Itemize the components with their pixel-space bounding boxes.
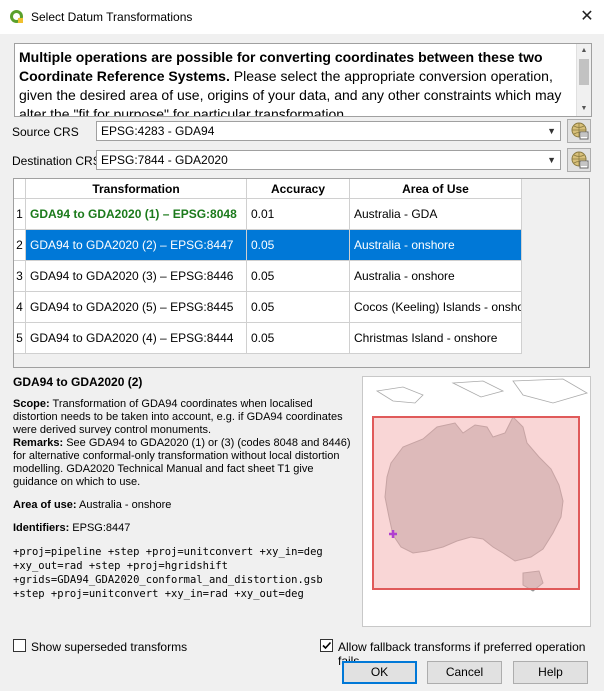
scope-label: Scope: [13,398,50,410]
cell-area-of-use[interactable]: Australia - onshore [350,230,522,261]
cell-accuracy[interactable]: 0.01 [247,199,350,230]
crs-selector-icon [571,122,589,140]
show-superseded-label[interactable]: Show superseded transforms [31,640,187,654]
cell-area-of-use[interactable]: Australia - GDA [350,199,522,230]
header-transformation[interactable]: Transformation [26,179,247,199]
map-area-of-use-extent [372,416,580,590]
destination-crs-value: EPSG:7844 - GDA2020 [101,153,228,167]
ok-button[interactable]: OK [342,661,417,684]
area-of-use-map [362,376,591,627]
identifiers-label: Identifiers: [13,522,70,534]
cell-accuracy[interactable]: 0.05 [247,323,350,354]
description-box[interactable]: Multiple operations are possible for con… [14,43,592,117]
transformations-table: Transformation Accuracy (meters) Area of… [13,178,590,368]
cell-transformation[interactable]: GDA94 to GDA2020 (5) – EPSG:8445 [26,292,247,323]
cancel-button[interactable]: Cancel [427,661,502,684]
destination-crs-select-button[interactable] [567,148,591,172]
cell-accuracy[interactable]: 0.05 [247,292,350,323]
scroll-down-icon[interactable]: ▼ [577,102,591,116]
details-title: GDA94 to GDA2020 (2) [13,375,143,389]
show-superseded-checkbox[interactable] [13,639,26,652]
header-area-of-use[interactable]: Area of Use [350,179,522,199]
remarks-text: See GDA94 to GDA2020 (1) or (3) (codes 8… [13,437,351,488]
title-bar: Select Datum Transformations ✕ [0,0,604,34]
details-remarks: Remarks: See GDA94 to GDA2020 (1) or (3)… [13,437,358,489]
proj-line: +grids=GDA94_GDA2020_conformal_and_disto… [13,574,323,586]
cell-area-of-use[interactable]: Australia - onshore [350,261,522,292]
row-number[interactable]: 5 [14,323,26,354]
scope-text: Transformation of GDA94 coordinates when… [13,398,343,436]
row-number[interactable]: 2 [14,230,26,261]
destination-crs-combo[interactable]: EPSG:7844 - GDA2020 ▼ [96,150,561,170]
proj-string: +proj=pipeline +step +proj=unitconvert +… [13,545,358,601]
identifiers-text: EPSG:8447 [72,522,131,534]
close-icon[interactable]: ✕ [570,0,604,34]
help-button[interactable]: Help [513,661,588,684]
remarks-label: Remarks: [13,437,64,449]
details-identifiers: Identifiers: EPSG:8447 [13,522,358,535]
scroll-up-icon[interactable]: ▲ [577,44,591,58]
cell-area-of-use[interactable]: Christmas Island - onshore [350,323,522,354]
cell-transformation[interactable]: GDA94 to GDA2020 (3) – EPSG:8446 [26,261,247,292]
cell-accuracy[interactable]: 0.05 [247,230,350,261]
source-crs-value: EPSG:4283 - GDA94 [101,124,215,138]
cell-area-of-use[interactable]: Cocos (Keeling) Islands - onshore [350,292,522,323]
source-crs-select-button[interactable] [567,119,591,143]
details-panel: GDA94 to GDA2020 (2) Scope: Transformati… [13,376,358,601]
destination-crs-label: Destination CRS [12,154,101,168]
area-label: Area of use: [13,499,77,511]
dropdown-arrow-icon: ▼ [547,155,556,165]
table-header: Transformation Accuracy (meters) Area of… [14,179,589,216]
source-crs-label: Source CRS [12,125,79,139]
row-number[interactable]: 1 [14,199,26,230]
cell-accuracy[interactable]: 0.05 [247,261,350,292]
window-title: Select Datum Transformations [31,10,193,24]
header-accuracy[interactable]: Accuracy (meters) [247,179,350,216]
header-corner [14,179,26,199]
proj-line: +step +proj=unitconvert +xy_in=rad +xy_o… [13,588,304,600]
cell-transformation[interactable]: GDA94 to GDA2020 (2) – EPSG:8447 [26,230,247,261]
row-number[interactable]: 4 [14,292,26,323]
description-scrollbar[interactable]: ▲ ▼ [576,44,591,116]
description-text: Multiple operations are possible for con… [19,48,574,116]
map-canvas [363,377,590,626]
proj-line: +xy_out=rad +step +proj=hgridshift [13,560,228,572]
cell-transformation[interactable]: GDA94 to GDA2020 (4) – EPSG:8444 [26,323,247,354]
crs-selector-icon [571,151,589,169]
proj-line: +proj=pipeline +step +proj=unitconvert +… [13,546,323,558]
allow-fallback-checkbox[interactable] [320,639,333,652]
scroll-thumb[interactable] [579,59,589,85]
area-text: Australia - onshore [79,499,172,511]
qgis-logo-icon [10,10,23,23]
details-scope: Scope: Transformation of GDA94 coordinat… [13,398,358,437]
cell-transformation[interactable]: GDA94 to GDA2020 (1) – EPSG:8048 [26,199,247,230]
details-area: Area of use: Australia - onshore [13,499,358,512]
source-crs-combo[interactable]: EPSG:4283 - GDA94 ▼ [96,121,561,141]
row-number[interactable]: 3 [14,261,26,292]
dropdown-arrow-icon: ▼ [547,126,556,136]
checkmark-icon [322,641,332,650]
